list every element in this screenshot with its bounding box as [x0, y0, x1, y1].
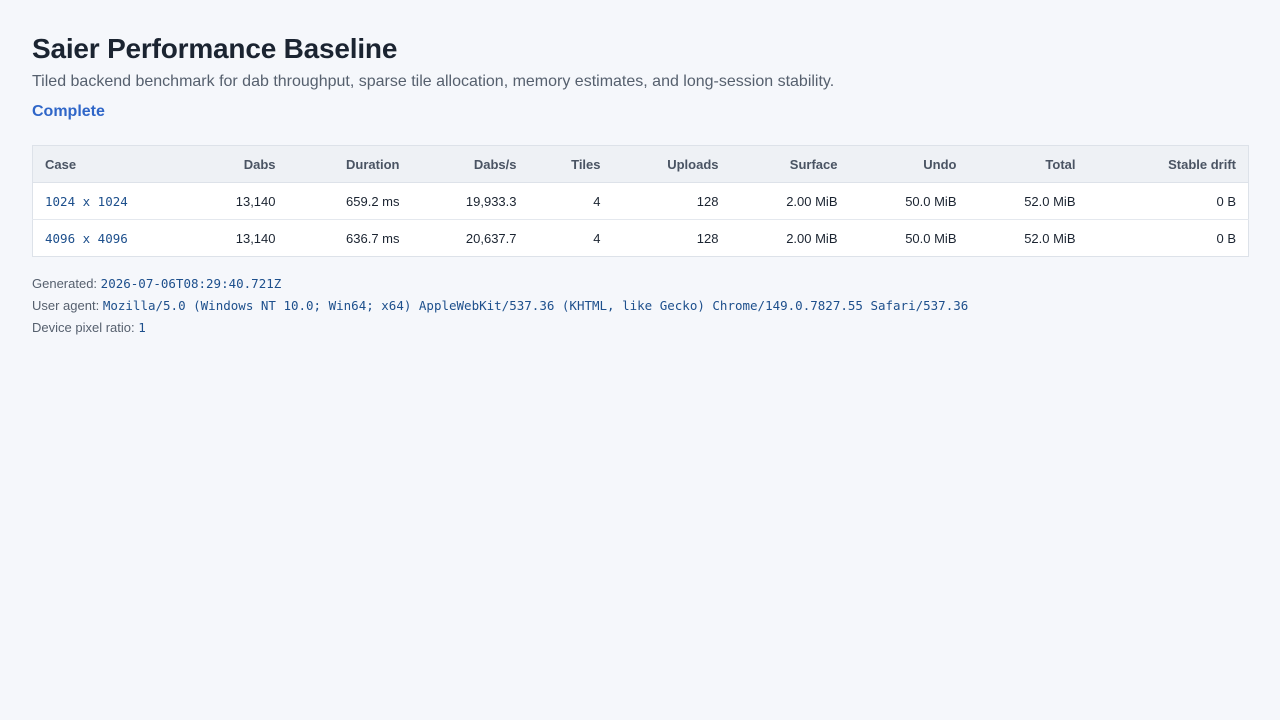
cell-total: 52.0 MiB: [1024, 230, 1076, 246]
column-header-duration: Duration: [287, 145, 412, 183]
page-title: Saier Performance Baseline: [32, 33, 398, 64]
cell-dabs-per-second: 19,933.3: [411, 182, 529, 220]
column-header-surface: Surface: [730, 145, 850, 183]
user-agent-value: Mozilla/5.0 (Windows NT 10.0; Win64; x64…: [102, 298, 969, 313]
cell-dabs-per-second: 20,637.7: [465, 230, 517, 246]
column-header-total: Total: [968, 145, 1088, 183]
metadata-section: Generated: 2026-07-06T08:29:40.721Z User…: [32, 273, 1248, 339]
device-pixel-ratio-label: Device pixel ratio:: [32, 320, 135, 335]
column-header-stable-drift: Stable drift: [1087, 145, 1249, 183]
device-pixel-ratio-line: Device pixel ratio: 1: [32, 317, 1248, 339]
cell-tiles: 4: [593, 230, 601, 246]
cell-stable-drift: 0 B: [1216, 230, 1236, 246]
cell-undo: 50.0 MiB: [849, 182, 969, 220]
cell-uploads: 128: [696, 230, 719, 246]
column-header-dabs-per-second: Dabs/s: [411, 145, 529, 183]
cell-total: 52.0 MiB: [968, 182, 1088, 220]
cell-stable-drift: 0 B: [1087, 182, 1249, 220]
column-header-case: Case: [32, 145, 183, 183]
generated-line: Generated: 2026-07-06T08:29:40.721Z: [32, 273, 1248, 295]
cell-dabs: 13,140: [235, 230, 276, 246]
column-header-dabs: Dabs: [182, 145, 288, 183]
generated-label: Generated:: [32, 276, 98, 291]
results-table: Case Dabs Duration Dabs/s Tiles Uploads …: [32, 145, 1249, 257]
user-agent-label: User agent:: [32, 298, 100, 313]
cell-duration: 636.7 ms: [346, 230, 400, 246]
device-pixel-ratio-value: 1: [138, 320, 146, 335]
cell-undo: 50.0 MiB: [905, 230, 957, 246]
user-agent-line: User agent: Mozilla/5.0 (Windows NT 10.0…: [32, 295, 1248, 317]
cell-case: 4096 x 4096: [45, 230, 128, 246]
status-text: Complete: [32, 103, 105, 120]
cell-surface: 2.00 MiB: [786, 230, 838, 246]
table-row: 1024 x 1024 13,140 659.2 ms 19,933.3 4 1…: [32, 182, 1249, 220]
cell-tiles: 4: [528, 182, 613, 220]
column-header-undo: Undo: [849, 145, 969, 183]
table-header-row: Case Dabs Duration Dabs/s Tiles Uploads …: [32, 145, 1249, 183]
page-subtitle: Tiled backend benchmark for dab throughp…: [32, 73, 835, 90]
table-row: 4096 x 4096 13,140 636.7 ms 20,637.7 4 1…: [33, 220, 1249, 257]
column-header-uploads: Uploads: [612, 145, 731, 183]
cell-surface: 2.00 MiB: [730, 182, 850, 220]
cell-uploads: 128: [612, 182, 731, 220]
cell-duration: 659.2 ms: [287, 182, 412, 220]
page: Saier Performance Baseline Tiled backend…: [32, 28, 1249, 339]
cell-dabs: 13,140: [182, 182, 288, 220]
generated-value: 2026-07-06T08:29:40.721Z: [100, 276, 282, 291]
cell-case: 1024 x 1024: [32, 182, 183, 220]
column-header-tiles: Tiles: [528, 145, 613, 183]
